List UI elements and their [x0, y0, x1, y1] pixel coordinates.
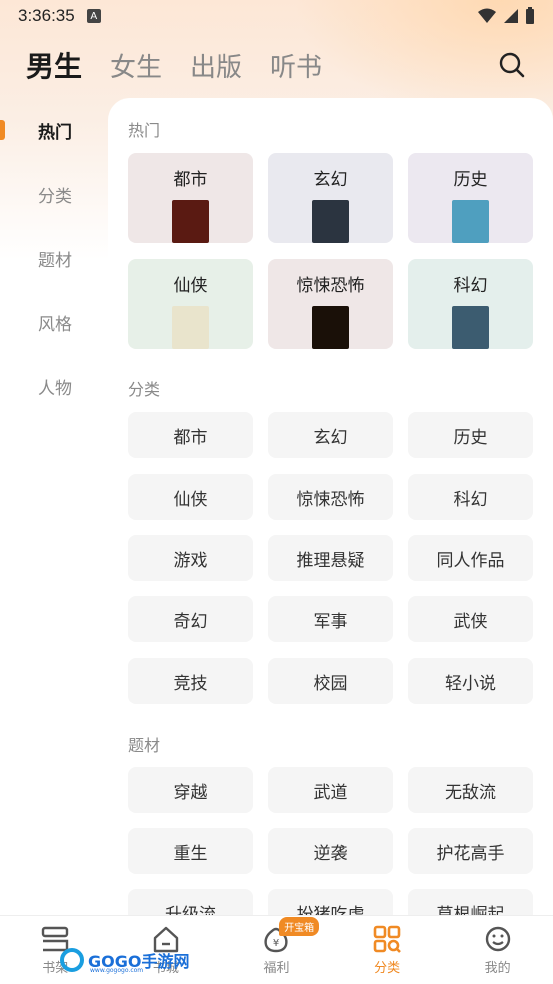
hot-card-label: 玄幻 [313, 170, 348, 190]
notification-a-icon: A [86, 9, 101, 23]
category-tag[interactable]: 同人作品 [408, 535, 533, 581]
book-cover-image [452, 200, 489, 243]
sidebar-item-category[interactable]: 分类 [0, 162, 108, 226]
hot-card[interactable]: 玄幻 [268, 153, 393, 243]
hot-card[interactable]: 仙侠 [128, 259, 253, 349]
nav-profile[interactable]: 我的 [442, 916, 553, 984]
hot-card[interactable]: 科幻 [408, 259, 533, 349]
tab-publish[interactable]: 出版 [190, 47, 242, 84]
category-tag[interactable]: 推理悬疑 [268, 535, 393, 581]
category-tag[interactable]: 校园 [268, 658, 393, 704]
battery-icon [526, 7, 534, 24]
profile-icon [485, 926, 510, 952]
treasure-box-badge: 开宝箱 [279, 917, 320, 936]
category-tag[interactable]: 惊悚恐怖 [268, 474, 393, 520]
nav-label: 分类 [374, 961, 401, 976]
content-panel: 热门 都市 玄幻 历史 仙侠 惊悚恐怖 科幻 分类 都市 玄幻 历史 仙侠 惊悚… [108, 98, 553, 918]
sidebar-item-hot[interactable]: 热门 [0, 98, 108, 162]
status-time: 3:36:35 [18, 6, 75, 25]
category-tag[interactable]: 竞技 [128, 658, 253, 704]
hot-card-label: 都市 [173, 170, 208, 190]
theme-tag[interactable]: 扮猪吃虎 [268, 889, 393, 918]
book-cover-image [172, 200, 209, 243]
theme-tag[interactable]: 穿越 [128, 767, 253, 813]
category-grid-icon [373, 925, 401, 953]
hot-card[interactable]: 历史 [408, 153, 533, 243]
book-cover-image [312, 200, 349, 243]
theme-tag[interactable]: 升级流 [128, 889, 253, 918]
book-cover-image [452, 306, 489, 349]
tab-audiobook[interactable]: 听书 [270, 47, 322, 84]
category-tag[interactable]: 历史 [408, 412, 533, 458]
sidebar-item-theme[interactable]: 题材 [0, 226, 108, 290]
sidebar-item-style[interactable]: 风格 [0, 290, 108, 354]
status-bar: 3:36:35 A [0, 0, 553, 32]
hot-card-label: 惊悚恐怖 [296, 276, 365, 296]
category-tag[interactable]: 武侠 [408, 596, 533, 642]
hot-card-label: 仙侠 [173, 276, 208, 296]
watermark-subtext: www.gogogo.com [90, 967, 144, 974]
section-title-theme: 题材 [128, 736, 161, 755]
book-cover-image [172, 306, 209, 349]
section-title-category: 分类 [128, 380, 161, 399]
theme-tag[interactable]: 逆袭 [268, 828, 393, 874]
svg-text:¥: ¥ [273, 938, 279, 949]
hot-card-label: 历史 [453, 170, 488, 190]
nav-welfare[interactable]: 开宝箱 ¥ 福利 [221, 916, 332, 984]
category-tag[interactable]: 游戏 [128, 535, 253, 581]
sidebar-item-label: 题材 [38, 250, 72, 271]
sidebar-item-label: 风格 [38, 314, 72, 335]
category-tag[interactable]: 仙侠 [128, 474, 253, 520]
theme-tag[interactable]: 无敌流 [408, 767, 533, 813]
category-tag[interactable]: 科幻 [408, 474, 533, 520]
theme-tag[interactable]: 护花高手 [408, 828, 533, 874]
nav-category[interactable]: 分类 [332, 916, 443, 984]
search-icon[interactable] [497, 50, 527, 80]
nav-label: 我的 [484, 961, 511, 976]
sidebar-item-label: 人物 [38, 378, 72, 399]
category-tag[interactable]: 都市 [128, 412, 253, 458]
category-tag[interactable]: 奇幻 [128, 596, 253, 642]
watermark-logo: GOGO手游网 www.gogogo.com [60, 945, 189, 975]
signal-icon [504, 9, 518, 23]
hot-card[interactable]: 都市 [128, 153, 253, 243]
tab-female[interactable]: 女生 [110, 47, 162, 84]
category-sidebar: 热门 分类 题材 风格 人物 [0, 98, 108, 418]
sidebar-item-label: 热门 [38, 122, 72, 143]
watermark-circle-icon [60, 948, 84, 972]
theme-tag[interactable]: 草根崛起 [408, 889, 533, 918]
hot-card[interactable]: 惊悚恐怖 [268, 259, 393, 349]
theme-tag[interactable]: 重生 [128, 828, 253, 874]
category-tag[interactable]: 轻小说 [408, 658, 533, 704]
nav-label: 福利 [263, 961, 290, 976]
hot-card-label: 科幻 [453, 276, 488, 296]
category-tag[interactable]: 玄幻 [268, 412, 393, 458]
wifi-icon [478, 8, 496, 23]
tab-male[interactable]: 男生 [26, 45, 82, 85]
sidebar-item-label: 分类 [38, 186, 72, 207]
sidebar-item-character[interactable]: 人物 [0, 354, 108, 418]
section-title-hot: 热门 [128, 121, 161, 140]
top-tab-bar: 男生 女生 出版 听书 [0, 40, 553, 90]
book-cover-image [312, 306, 349, 349]
theme-tag[interactable]: 武道 [268, 767, 393, 813]
category-tag[interactable]: 军事 [268, 596, 393, 642]
